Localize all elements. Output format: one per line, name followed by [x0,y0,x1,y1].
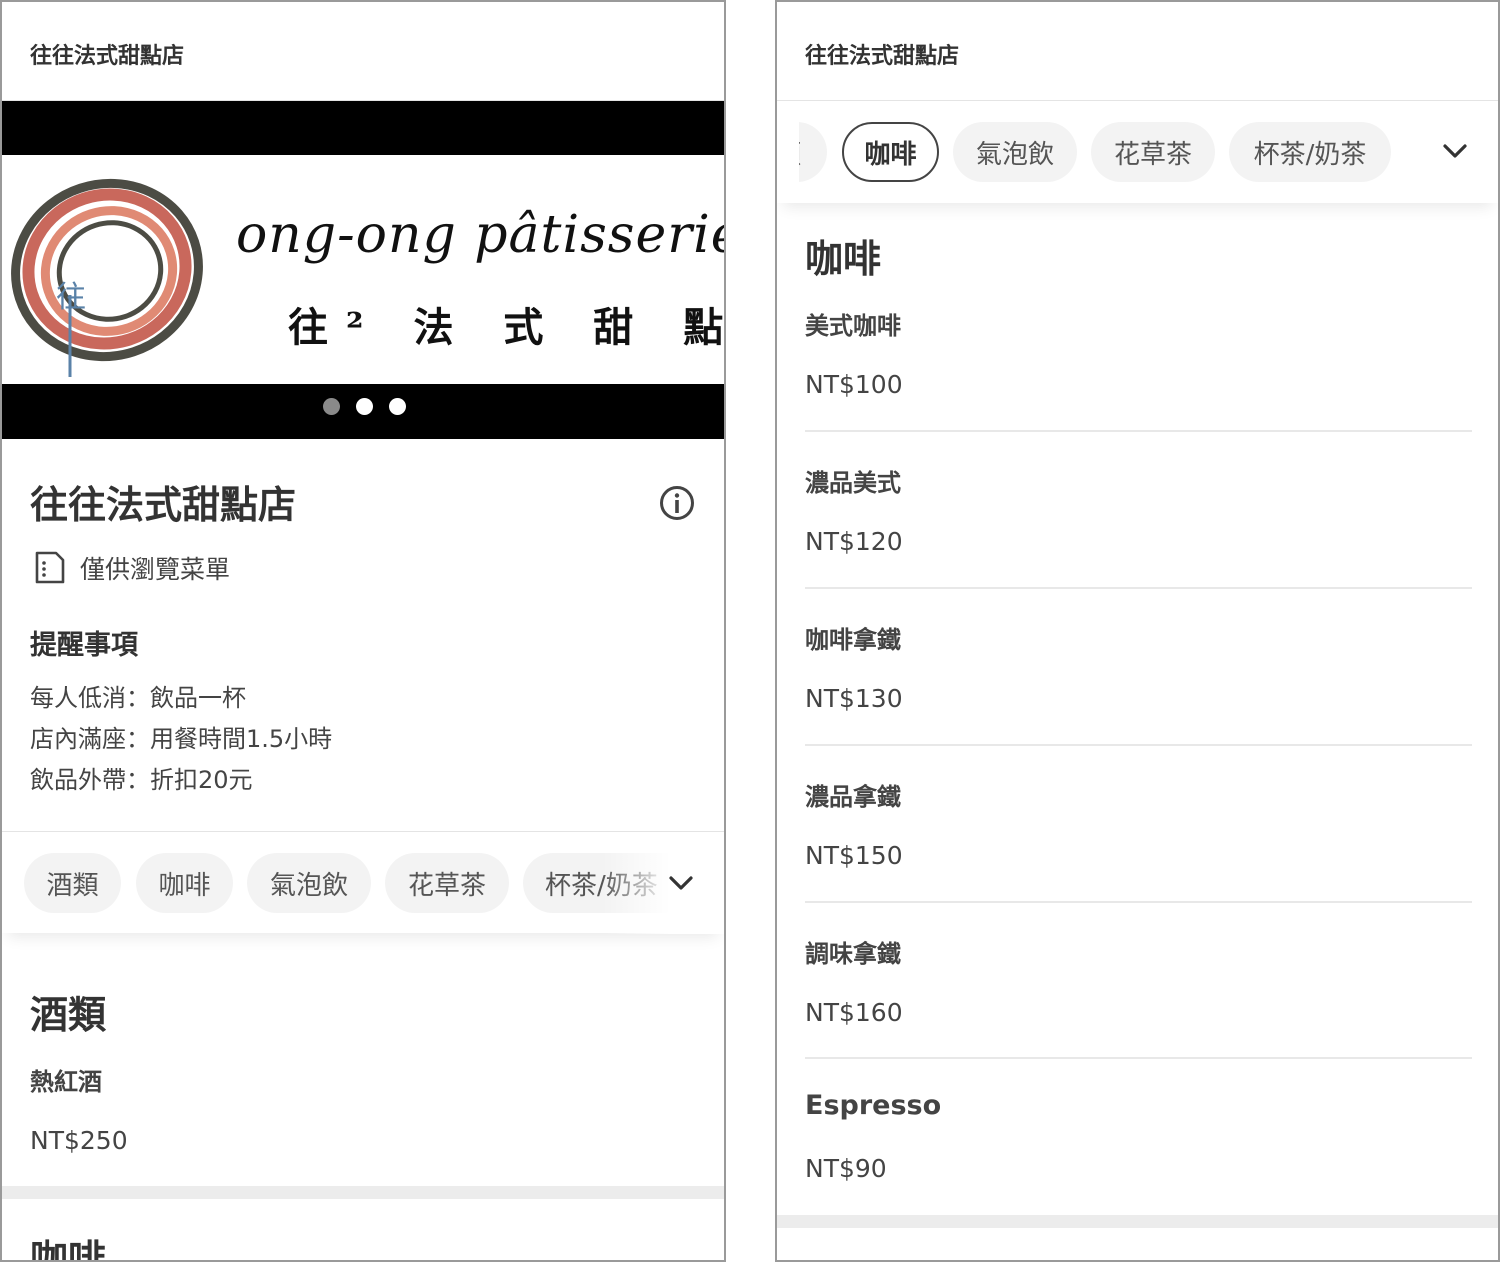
right-screen: 往往法式甜點店 類 咖啡 氣泡飲 花草茶 杯茶/奶茶 咖啡 美式咖啡 NT$10… [775,0,1500,1262]
carousel-dot[interactable] [355,398,373,415]
menu-item-price: NT$90 [805,1154,887,1183]
menu-item-name[interactable]: Espresso [805,1090,941,1121]
item-divider [805,1057,1472,1059]
info-circle-icon[interactable] [658,484,696,522]
category-chip-coffee[interactable]: 咖啡 [136,853,233,913]
chevron-down-icon[interactable] [1440,136,1470,166]
logo-text-latin: ong-ong pâtisserie [236,205,726,265]
category-chip-sparkling[interactable]: 氣泡飲 [247,853,371,913]
category-chip-herbal-tea[interactable]: 花草茶 [385,853,509,913]
category-tab-bar: 酒類 咖啡 氣泡飲 花草茶 杯茶/奶茶 [2,831,724,934]
banner-slide: 往 ong-ong pâtisserie 往² 法 式 甜 點 店 [2,155,726,384]
topbar-title: 往往法式甜點店 [30,44,185,69]
item-divider [805,587,1472,589]
section-title-alcohol: 酒類 [30,993,107,1037]
store-name: 往往法式甜點店 [30,483,297,527]
menu-item-price: NT$160 [805,998,903,1027]
carousel-dots [2,398,724,418]
notice-title: 提醒事項 [30,630,138,661]
section-separator [777,1215,1498,1228]
menu-item-price: NT$120 [805,527,903,556]
section-title-coffee: 咖啡 [805,237,882,281]
menu-item-name[interactable]: 美式咖啡 [805,306,901,341]
category-chip-coffee[interactable]: 咖啡 [842,122,939,182]
menu-item-price: NT$150 [805,841,903,870]
carousel-dot[interactable] [388,398,406,415]
category-chip-tea-milktea[interactable]: 杯茶/奶茶 [1229,122,1391,182]
notice-line: 每人低消：飲品一杯 [30,684,246,712]
menu-item-name[interactable]: 調味拿鐵 [805,934,901,969]
menu-document-icon [35,551,65,584]
banner-carousel[interactable]: 往 ong-ong pâtisserie 往² 法 式 甜 點 店 [2,101,726,439]
item-divider [805,744,1472,746]
browse-only-label: 僅供瀏覽菜單 [34,550,230,586]
category-tab-bar: 類 咖啡 氣泡飲 花草茶 杯茶/奶茶 [777,101,1498,203]
category-chip-sparkling[interactable]: 氣泡飲 [953,122,1077,182]
menu-item-price: NT$100 [805,370,903,399]
logo-text-chinese: 往² 法 式 甜 點 店 [288,304,724,351]
logo-mark-char: 往 [56,280,86,315]
notice-line: 飲品外帶：折扣20元 [30,766,253,794]
chip-fade-overlay [602,832,724,934]
browse-only-text: 僅供瀏覽菜單 [80,555,231,584]
menu-item-name[interactable]: 熱紅酒 [30,1062,102,1097]
category-chip-alcohol[interactable]: 酒類 [24,853,121,913]
topbar-title: 往往法式甜點店 [805,44,960,69]
store-logo-mark: 往 [11,178,203,377]
item-divider [805,430,1472,432]
menu-item-price: NT$130 [805,684,903,713]
notice-line: 店內滿座：用餐時間1.5小時 [30,725,333,753]
left-screen: 往往法式甜點店 往 ong-ong pâtisserie 往² 法 式 甜 點 … [0,0,726,1262]
chevron-down-icon[interactable] [666,868,696,898]
menu-item-name[interactable]: 咖啡拿鐵 [805,620,901,655]
chip-clip [777,101,799,203]
section-title-coffee: 咖啡 [30,1237,107,1262]
notice-lines: 每人低消：飲品一杯 店內滿座：用餐時間1.5小時 飲品外帶：折扣20元 [30,678,332,801]
section-separator [2,1186,724,1199]
top-bar: 往往法式甜點店 [777,2,1498,101]
menu-item-price: NT$250 [30,1126,128,1155]
menu-item-name[interactable]: 濃品拿鐵 [805,777,901,812]
menu-item-name[interactable]: 濃品美式 [805,463,901,498]
item-divider [805,901,1472,903]
top-bar: 往往法式甜點店 [2,2,724,101]
carousel-dot[interactable] [322,398,340,415]
category-chip-herbal-tea[interactable]: 花草茶 [1091,122,1215,182]
